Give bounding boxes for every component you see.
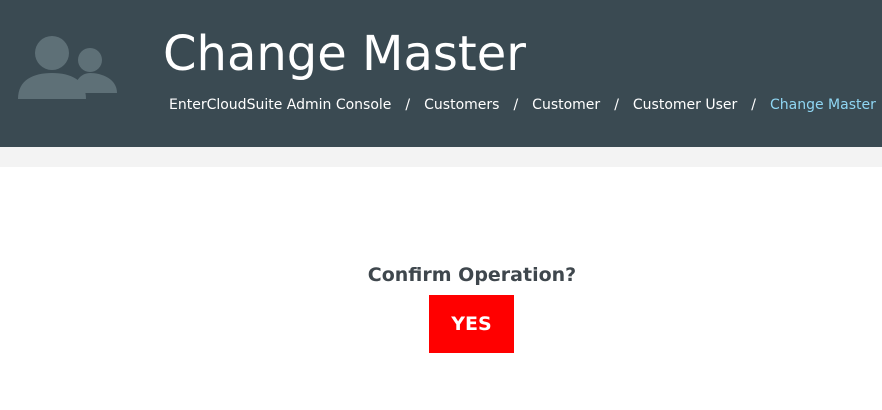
breadcrumb-separator: / bbox=[513, 97, 519, 113]
breadcrumb: EnterCloudSuite Admin Console / Customer… bbox=[169, 97, 876, 113]
breadcrumb-item-admin-console[interactable]: EnterCloudSuite Admin Console bbox=[169, 97, 391, 113]
breadcrumb-item-customer[interactable]: Customer bbox=[532, 97, 600, 113]
confirm-question: Confirm Operation? bbox=[367, 264, 577, 286]
users-icon bbox=[18, 36, 118, 100]
breadcrumb-item-customer-user[interactable]: Customer User bbox=[633, 97, 737, 113]
yes-button[interactable]: YES bbox=[429, 295, 514, 353]
breadcrumb-separator: / bbox=[751, 97, 756, 113]
breadcrumb-separator: / bbox=[614, 97, 619, 113]
breadcrumb-item-change-master: Change Master bbox=[770, 97, 876, 113]
breadcrumb-item-customers[interactable]: Customers bbox=[424, 97, 499, 113]
header-divider-band bbox=[0, 147, 882, 167]
page: Change Master EnterCloudSuite Admin Cons… bbox=[0, 0, 882, 410]
page-title: Change Master bbox=[163, 26, 526, 82]
breadcrumb-separator: / bbox=[405, 97, 411, 113]
page-header: Change Master EnterCloudSuite Admin Cons… bbox=[0, 0, 882, 147]
